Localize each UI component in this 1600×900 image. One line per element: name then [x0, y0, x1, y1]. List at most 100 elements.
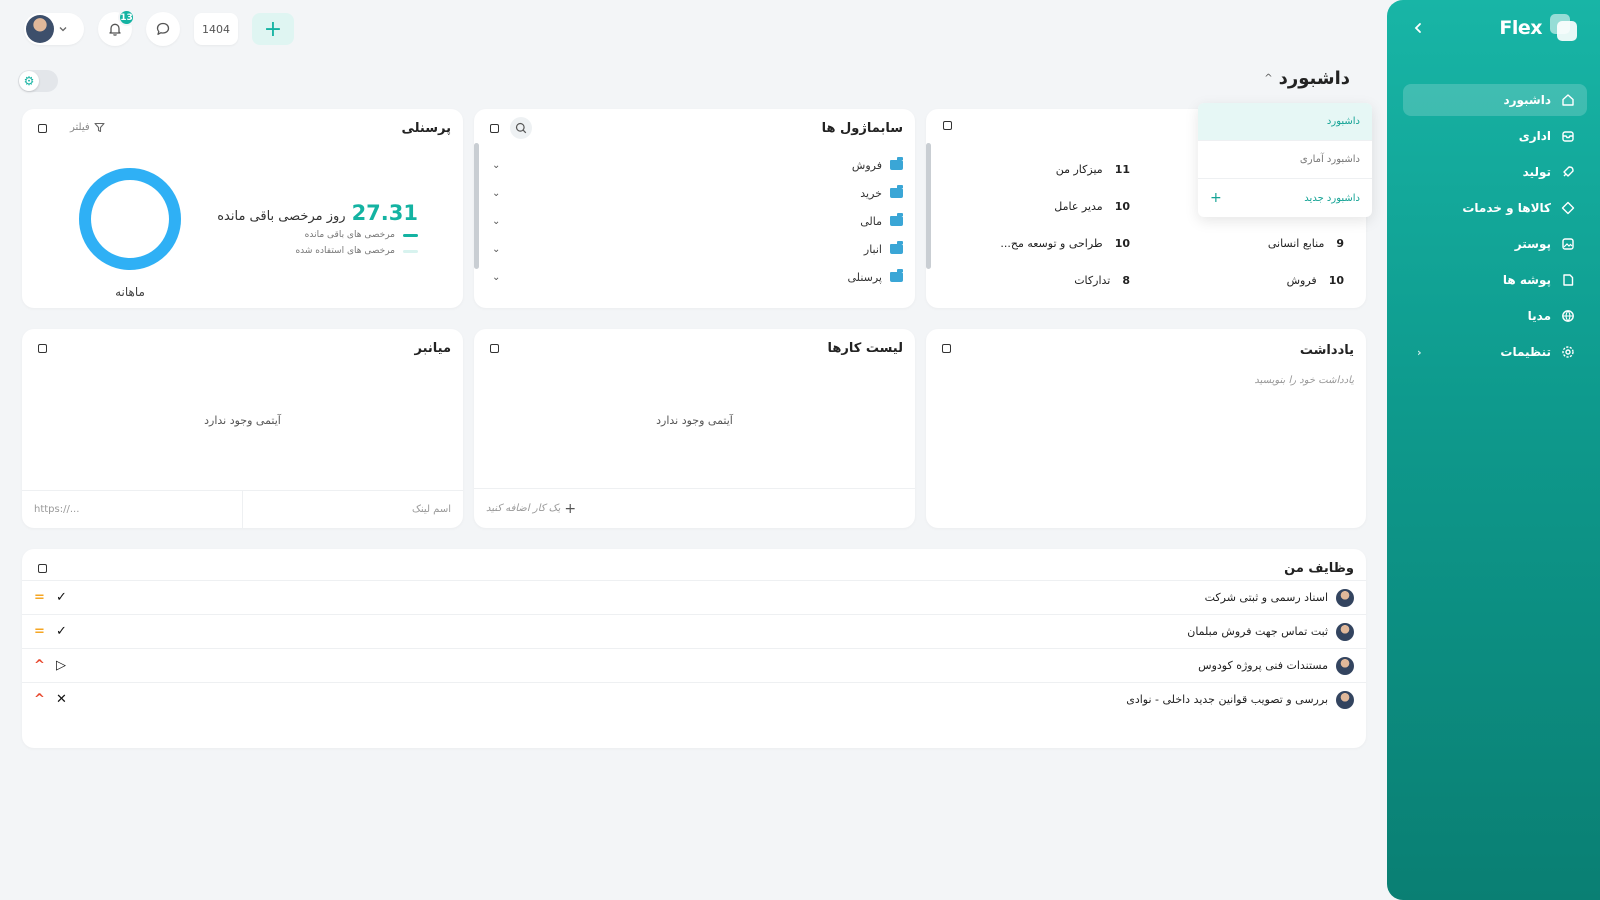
chevron-down-icon: ⌄	[492, 187, 501, 199]
sidebar-item-settings[interactable]: تنظیمات ‹	[1403, 336, 1587, 368]
workload-item[interactable]: 11 میزکار من	[1056, 163, 1130, 176]
chevron-up-icon: ^	[1264, 73, 1273, 84]
legend-label: مرخصی های استفاده شده	[295, 246, 395, 256]
user-menu-button[interactable]	[24, 13, 84, 45]
link-name-input[interactable]: اسم لینک	[243, 491, 463, 528]
workload-item[interactable]: 10 طراحی و توسعه مح...	[1000, 237, 1130, 250]
home-icon	[1561, 93, 1575, 107]
task-row[interactable]: اسناد رسمی و ثبتی شرکت ✓ =	[22, 580, 1366, 614]
subsystems-widget: سابماژول ها فروش ⌄ خرید ⌄ مالی ⌄ انبار ⌄…	[474, 109, 915, 308]
subsystem-item-sales[interactable]: فروش ⌄	[492, 156, 903, 174]
link-url-input[interactable]: https://...	[22, 491, 243, 528]
workload-count: 8	[1122, 274, 1130, 287]
new-dashboard-label: داشبورد جدید	[1304, 192, 1360, 204]
remaining-leave-text: روز مرخصی باقی مانده	[217, 209, 346, 224]
add-task-input[interactable]: یک کار اضافه کنید +	[474, 488, 915, 528]
workload-item[interactable]: 10 مدیر عامل	[1054, 200, 1130, 213]
sidebar-item-dashboard[interactable]: داشبورد	[1403, 84, 1587, 116]
widget-title: لیست کارها	[827, 341, 903, 356]
priority-medium-icon: =	[34, 590, 45, 605]
sidebar-item-folders[interactable]: پوشه ها	[1403, 264, 1587, 296]
workload-item[interactable]: 8 تدارکات	[1074, 274, 1130, 287]
avatar	[1336, 588, 1354, 607]
subsystem-label: فروش	[851, 158, 882, 172]
workload-count: 10	[1114, 237, 1130, 250]
widget-title: وظایف من	[1284, 561, 1354, 576]
workload-label: طراحی و توسعه مح...	[1000, 237, 1103, 250]
workload-item[interactable]: 10 فروش	[1287, 274, 1344, 287]
search-button[interactable]	[510, 117, 532, 139]
personnel-widget: پرسنلی فیلتر ماهانه 27.31 روز مرخصی باقی…	[22, 109, 463, 308]
status-done-icon[interactable]: ✓	[56, 624, 67, 639]
task-row[interactable]: ثبت تماس جهت فروش مبلمان ✓ =	[22, 614, 1366, 648]
sidebar-item-poster[interactable]: پوستر	[1403, 228, 1587, 260]
subsystem-item-warehouse[interactable]: انبار ⌄	[492, 240, 903, 258]
widget-menu-icon[interactable]	[490, 124, 499, 133]
priority-medium-icon: =	[34, 624, 45, 639]
chevron-left-icon	[1414, 23, 1421, 33]
widget-menu-icon[interactable]	[943, 121, 952, 130]
empty-state: آیتمی وجود ندارد	[204, 414, 281, 427]
brand-logo[interactable]: Flex	[1499, 14, 1578, 42]
sidebar-collapse-button[interactable]	[1407, 18, 1429, 40]
subsystem-item-personnel[interactable]: پرسنلی ⌄	[492, 268, 903, 286]
note-textarea[interactable]: یادداشت خود را بنویسید	[1254, 375, 1354, 386]
scrollbar[interactable]	[474, 143, 479, 269]
subsystem-item-purchase[interactable]: خرید ⌄	[492, 184, 903, 202]
sidebar-item-label: تولید	[1522, 165, 1551, 179]
task-row[interactable]: مستندات فنی پروژه کودوس ▷ ^	[22, 648, 1366, 682]
folder-icon	[890, 185, 903, 198]
chevron-left-icon: ‹	[1417, 345, 1422, 359]
widget-menu-icon[interactable]	[38, 564, 47, 573]
legend-swatch	[403, 249, 418, 253]
brand-name: Flex	[1499, 17, 1542, 39]
workload-item[interactable]: 9 منابع انسانی	[1268, 237, 1344, 250]
new-dashboard-button[interactable]: داشبورد جدید +	[1198, 179, 1372, 217]
sidebar-item-label: داشبورد	[1503, 93, 1551, 107]
subsystem-item-finance[interactable]: مالی ⌄	[492, 212, 903, 230]
chevron-down-icon: ⌄	[492, 215, 501, 227]
rocket-icon	[1561, 165, 1575, 179]
period-label[interactable]: ماهانه	[78, 285, 182, 299]
scrollbar[interactable]	[926, 143, 931, 269]
remaining-leave-summary: 27.31 روز مرخصی باقی مانده	[217, 201, 418, 225]
task-title: ثبت تماس جهت فروش مبلمان	[1187, 625, 1328, 638]
sidebar-item-label: پوشه ها	[1502, 273, 1551, 287]
notifications-button[interactable]: 13	[98, 9, 135, 46]
widget-menu-icon[interactable]	[38, 344, 47, 353]
status-in-progress-icon[interactable]: ▷	[56, 658, 66, 673]
sidebar: Flex داشبورد اداری تولید کالاها و خدمات …	[1387, 0, 1600, 900]
fiscal-year-button[interactable]: 1404	[194, 13, 238, 45]
sidebar-item-office[interactable]: اداری	[1403, 120, 1587, 152]
page-title[interactable]: داشبورد ^	[1264, 68, 1350, 89]
workload-label: مدیر عامل	[1054, 200, 1103, 213]
customize-toggle[interactable]: ⚙	[18, 70, 58, 92]
add-button[interactable]: +	[252, 13, 294, 45]
chat-button[interactable]	[146, 12, 180, 46]
legend-item-used: مرخصی های استفاده شده	[295, 246, 418, 256]
avatar	[26, 15, 54, 43]
sidebar-item-media[interactable]: مدیا	[1403, 300, 1587, 332]
widget-menu-icon[interactable]	[942, 344, 951, 353]
widget-title: سابماژول ها	[821, 121, 903, 136]
dashboard-menu-item[interactable]: داشبورد	[1198, 103, 1372, 141]
legend-label: مرخصی های باقی مانده	[304, 230, 395, 240]
plus-icon: +	[1210, 190, 1222, 206]
filter-button[interactable]: فیلتر	[70, 122, 105, 133]
task-row[interactable]: بررسی و تصویب قوانین جدید داخلی - نوادی …	[22, 682, 1366, 716]
sidebar-item-products-services[interactable]: کالاها و خدمات	[1403, 192, 1587, 224]
task-title: بررسی و تصویب قوانین جدید داخلی - نوادی	[1126, 693, 1328, 706]
sidebar-item-production[interactable]: تولید	[1403, 156, 1587, 188]
legend-item-remaining: مرخصی های باقی مانده	[305, 230, 418, 240]
workload-label: میزکار من	[1055, 163, 1103, 176]
widget-menu-icon[interactable]	[38, 124, 47, 133]
note-widget: یادداشت یادداشت خود را بنویسید	[926, 329, 1366, 528]
dashboard-menu-item[interactable]: داشبورد آماری	[1198, 141, 1372, 179]
avatar	[1336, 656, 1354, 675]
notifications-badge: 13	[118, 9, 135, 26]
widget-menu-icon[interactable]	[490, 344, 499, 353]
filter-icon	[94, 122, 105, 133]
status-cancelled-icon[interactable]: ✕	[56, 692, 67, 707]
search-icon	[515, 122, 527, 134]
status-done-icon[interactable]: ✓	[56, 590, 67, 605]
